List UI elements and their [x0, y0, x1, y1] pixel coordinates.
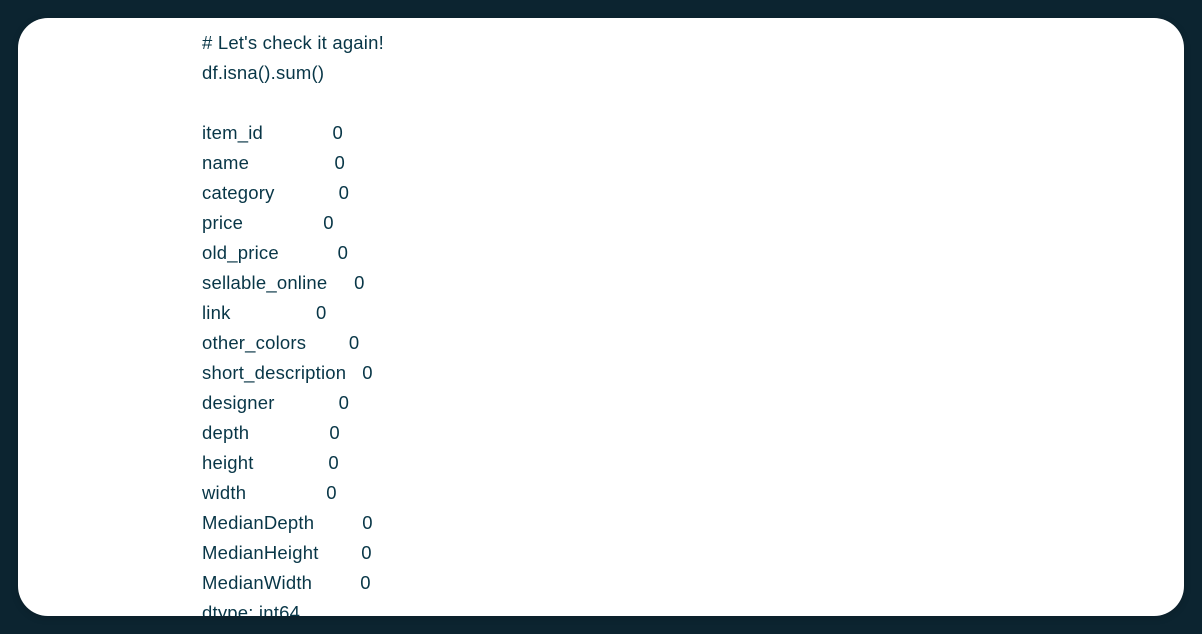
- output-row: MedianWidth 0: [202, 568, 1184, 598]
- output-row: old_price 0: [202, 238, 1184, 268]
- output-dtype: dtype: int64: [202, 598, 1184, 616]
- output-row: height 0: [202, 448, 1184, 478]
- output-area: item_id 0name 0category 0price 0old_pric…: [202, 118, 1184, 616]
- output-row: category 0: [202, 178, 1184, 208]
- output-row: sellable_online 0: [202, 268, 1184, 298]
- output-row: other_colors 0: [202, 328, 1184, 358]
- output-row: link 0: [202, 298, 1184, 328]
- output-row: price 0: [202, 208, 1184, 238]
- output-row: name 0: [202, 148, 1184, 178]
- code-statement: df.isna().sum(): [202, 58, 1184, 88]
- output-row: short_description 0: [202, 358, 1184, 388]
- output-row: width 0: [202, 478, 1184, 508]
- output-row: designer 0: [202, 388, 1184, 418]
- code-area: # Let's check it again! df.isna().sum() …: [18, 28, 1184, 616]
- output-rows-container: item_id 0name 0category 0price 0old_pric…: [202, 118, 1184, 598]
- output-row: MedianDepth 0: [202, 508, 1184, 538]
- notebook-cell-card: # Let's check it again! df.isna().sum() …: [18, 18, 1184, 616]
- code-comment: # Let's check it again!: [202, 28, 1184, 58]
- output-row: MedianHeight 0: [202, 538, 1184, 568]
- output-row: item_id 0: [202, 118, 1184, 148]
- output-row: depth 0: [202, 418, 1184, 448]
